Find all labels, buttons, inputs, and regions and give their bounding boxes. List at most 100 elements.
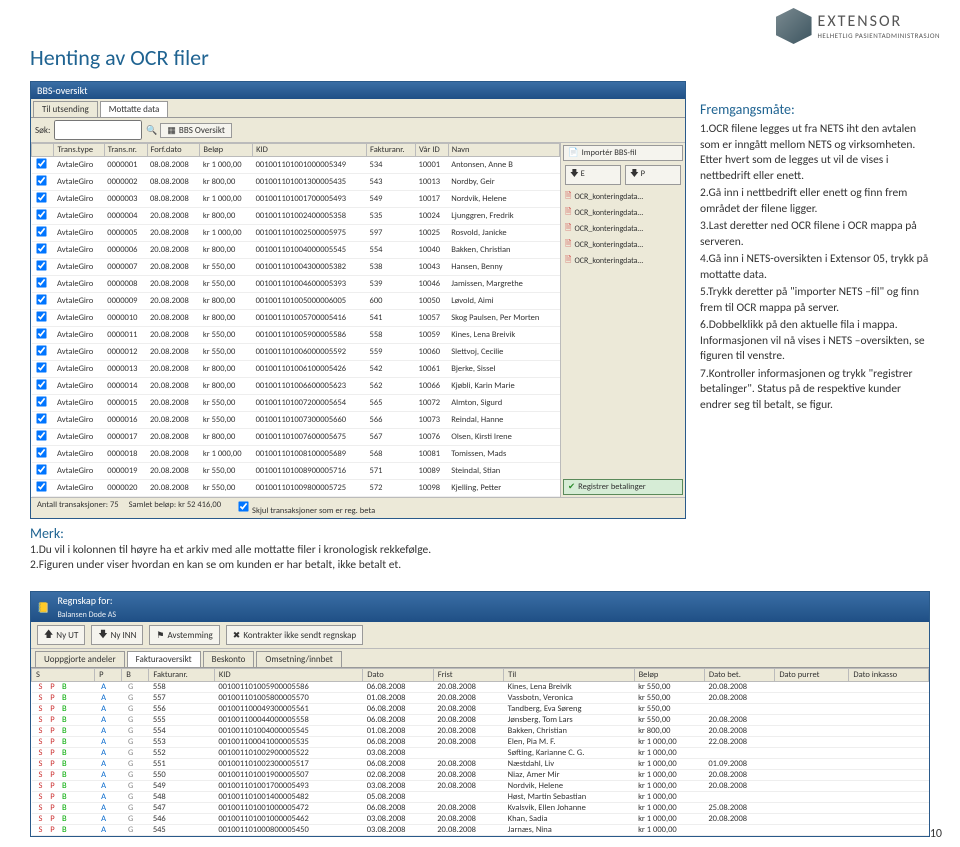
reg-col-header[interactable]: Dato bet. <box>704 669 774 682</box>
row-checkbox[interactable] <box>36 260 46 270</box>
table-row[interactable]: S P BAG54500100110100080000545003.08.200… <box>32 825 929 836</box>
row-checkbox[interactable] <box>36 447 46 457</box>
table-row[interactable]: AvtaleGiro000000308.08.2008kr 1 000,0000… <box>32 191 560 208</box>
avstemming-button[interactable]: ⚑Avstemming <box>149 625 219 645</box>
tab-til-utsending[interactable]: Til utsending <box>33 101 98 117</box>
import-bbs-fil-button[interactable]: 📄Importér BBS-fil <box>563 145 683 161</box>
ocr-file-item[interactable]: 🗎OCR_konteringdata… <box>563 253 683 269</box>
table-row[interactable]: AvtaleGiro000001520.08.2008kr 550,000010… <box>32 395 560 412</box>
reg-col-header[interactable]: Fakturanr. <box>149 669 215 682</box>
bbs-col-header[interactable] <box>32 144 54 157</box>
ny-ut-button[interactable]: 🡅Ny UT <box>37 625 85 645</box>
table-row[interactable]: AvtaleGiro000000208.08.2008kr 800,000010… <box>32 174 560 191</box>
row-checkbox[interactable] <box>36 345 46 355</box>
table-row[interactable]: AvtaleGiro000000108.08.2008kr 1 000,0000… <box>32 157 560 174</box>
row-checkbox[interactable] <box>36 396 46 406</box>
table-row[interactable]: AvtaleGiro000000920.08.2008kr 800,000010… <box>32 293 560 310</box>
status-skjul-checkbox[interactable]: Skjul transaksjoner som er reg. beta <box>231 500 375 516</box>
row-checkbox[interactable] <box>36 294 46 304</box>
ocr-file-item[interactable]: 🗎OCR_konteringdata… <box>563 221 683 237</box>
table-row[interactable]: S P BAG55600100110004930000556106.08.200… <box>32 704 929 715</box>
reg-col-header[interactable]: Dato purret <box>775 669 849 682</box>
table-row[interactable]: AvtaleGiro000001320.08.2008kr 800,000010… <box>32 361 560 378</box>
row-checkbox[interactable] <box>36 430 46 440</box>
kontrakter-regnskap-button[interactable]: ✖Kontrakter ikke sendt regnskap <box>226 625 363 645</box>
table-row[interactable]: AvtaleGiro000001620.08.2008kr 550,000010… <box>32 412 560 429</box>
table-row[interactable]: S P BAG54900100110100170000549303.08.200… <box>32 781 929 792</box>
row-checkbox[interactable] <box>36 379 46 389</box>
row-checkbox[interactable] <box>36 226 46 236</box>
reg-col-header[interactable]: KID <box>214 669 362 682</box>
ocr-file-item[interactable]: 🗎OCR_konteringdata… <box>563 205 683 221</box>
table-row[interactable]: AvtaleGiro000001420.08.2008kr 800,000010… <box>32 378 560 395</box>
row-checkbox[interactable] <box>36 311 46 321</box>
bbs-col-header[interactable]: Vår ID <box>416 144 449 157</box>
registrer-betalinger-button[interactable]: ✔Registrer betalinger <box>563 479 683 495</box>
ocr-file-item[interactable]: 🗎OCR_konteringdata… <box>563 237 683 253</box>
row-checkbox[interactable] <box>36 328 46 338</box>
side-p-button[interactable]: 🡇 P <box>625 165 681 185</box>
row-checkbox[interactable] <box>36 243 46 253</box>
table-row[interactable]: AvtaleGiro000001020.08.2008kr 800,000010… <box>32 310 560 327</box>
table-row[interactable]: S P BAG55000100110100190000550702.08.200… <box>32 770 929 781</box>
ny-inn-button[interactable]: 🡇Ny INN <box>91 625 143 645</box>
table-row[interactable]: AvtaleGiro000000620.08.2008kr 800,000010… <box>32 242 560 259</box>
bbs-col-header[interactable]: Fakturanr. <box>367 144 416 157</box>
row-checkbox[interactable] <box>36 481 46 491</box>
table-row[interactable]: AvtaleGiro000001220.08.2008kr 550,000010… <box>32 344 560 361</box>
table-row[interactable]: AvtaleGiro000000420.08.2008kr 800,000010… <box>32 208 560 225</box>
bbs-col-header[interactable]: Trans.nr. <box>104 144 147 157</box>
row-checkbox[interactable] <box>36 277 46 287</box>
bbs-sidepanel: 📄Importér BBS-fil 🡇 E 🡇 P 🗎OCR_kontering… <box>561 143 685 497</box>
table-row[interactable]: AvtaleGiro000001820.08.2008kr 1 000,0000… <box>32 446 560 463</box>
ocr-file-item[interactable]: 🗎OCR_konteringdata… <box>563 189 683 205</box>
row-checkbox[interactable] <box>36 413 46 423</box>
table-row[interactable]: AvtaleGiro000001720.08.2008kr 800,000010… <box>32 429 560 446</box>
side-e-button[interactable]: 🡇 E <box>565 165 621 185</box>
reg-tab-uoppgjorte[interactable]: Uoppgjorte andeler <box>35 651 125 667</box>
table-row[interactable]: S P BAG54800100110100140000548205.08.200… <box>32 792 929 803</box>
table-row[interactable]: AvtaleGiro000000820.08.2008kr 550,000010… <box>32 276 560 293</box>
table-row[interactable]: S P BAG55400100110100400000554501.08.200… <box>32 726 929 737</box>
row-checkbox[interactable] <box>36 209 46 219</box>
reg-col-header[interactable]: Frist <box>433 669 503 682</box>
bbs-col-header[interactable]: Navn <box>448 144 559 157</box>
table-row[interactable]: AvtaleGiro000001920.08.2008kr 550,000010… <box>32 463 560 480</box>
reg-tab-fakturaoversikt[interactable]: Fakturaoversikt <box>127 651 201 667</box>
table-row[interactable]: AvtaleGiro000002020.08.2008kr 550,000010… <box>32 480 560 497</box>
bbs-col-header[interactable]: Beløp <box>200 144 253 157</box>
table-row[interactable]: AvtaleGiro000001120.08.2008kr 550,000010… <box>32 327 560 344</box>
row-checkbox[interactable] <box>36 192 46 202</box>
reg-col-header[interactable]: Dato inkasso <box>849 669 929 682</box>
reg-col-header[interactable]: Til <box>504 669 634 682</box>
bbs-col-header[interactable]: Forf.dato <box>147 144 200 157</box>
tab-mottatte-data[interactable]: Mottatte data <box>100 101 169 117</box>
reg-tab-omsetning[interactable]: Omsetning/innbet <box>256 651 341 667</box>
reg-tab-beskonto[interactable]: Beskonto <box>203 651 255 667</box>
table-row[interactable]: AvtaleGiro000000520.08.2008kr 1 000,0000… <box>32 225 560 242</box>
row-checkbox[interactable] <box>36 464 46 474</box>
bbs-col-header[interactable]: Trans.type <box>54 144 104 157</box>
table-row[interactable]: S P BAG54700100110100100000547206.08.200… <box>32 803 929 814</box>
table-row[interactable]: S P BAG55700100110100580000557001.08.200… <box>32 693 929 704</box>
search-input[interactable] <box>54 120 142 140</box>
row-checkbox[interactable] <box>36 362 46 372</box>
bbs-oversikt-button[interactable]: ▦BBS Oversikt <box>160 123 232 138</box>
table-row[interactable]: S P BAG55800100110100590000558606.08.200… <box>32 682 929 693</box>
table-row[interactable]: S P BAG55500100110004400000555806.08.200… <box>32 715 929 726</box>
row-checkbox[interactable] <box>36 175 46 185</box>
reg-col-header[interactable]: P <box>95 669 122 682</box>
table-row[interactable]: S P BAG54600100110100100000546203.08.200… <box>32 814 929 825</box>
reg-col-header[interactable]: Beløp <box>634 669 704 682</box>
table-row[interactable]: S P BAG55300100110004100000553506.08.200… <box>32 737 929 748</box>
row-checkbox[interactable] <box>36 158 46 168</box>
table-row[interactable]: S P BAG55200100110100290000552203.08.200… <box>32 748 929 759</box>
table-row[interactable]: AvtaleGiro000000720.08.2008kr 550,000010… <box>32 259 560 276</box>
reg-col-header[interactable]: B <box>122 669 149 682</box>
step-line: 6.Dobbelklikk på den aktuelle fila i map… <box>700 318 930 365</box>
bbs-col-header[interactable]: KID <box>253 144 367 157</box>
reg-col-header[interactable]: Dato <box>363 669 433 682</box>
reg-col-header[interactable]: S <box>32 669 95 682</box>
table-row[interactable]: S P BAG55100100110100230000551706.08.200… <box>32 759 929 770</box>
search-icon[interactable]: 🔍 <box>146 125 156 135</box>
